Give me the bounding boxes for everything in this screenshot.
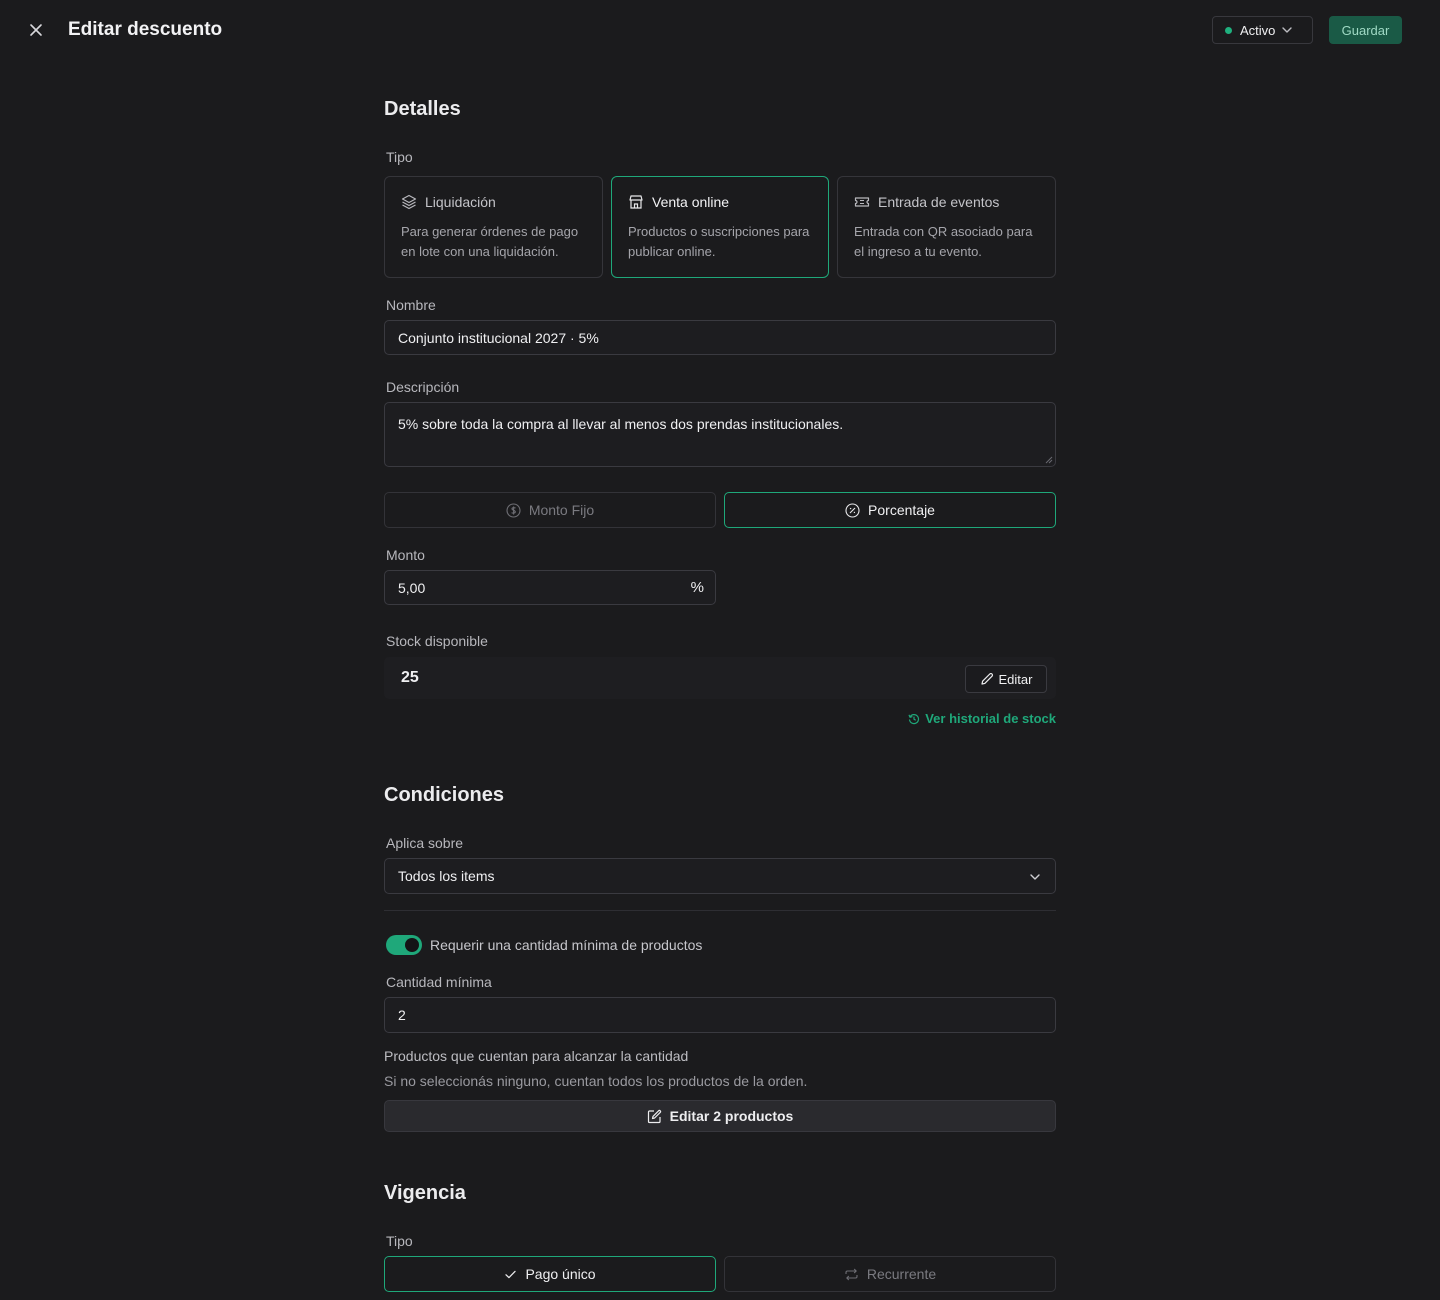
description-label: Descripción (386, 379, 460, 395)
chevron-down-icon (1030, 874, 1040, 880)
amount-label: Monto (386, 547, 425, 563)
type-card-description: Para generar órdenes de pago en lote con… (401, 224, 579, 259)
name-input[interactable]: Conjunto institucional 2027 · 5% (384, 320, 1056, 355)
min-qty-label: Cantidad mínima (386, 974, 492, 990)
repeat-icon (845, 1268, 858, 1280)
products-hint: Si no seleccionás ninguno, cuentan todos… (384, 1073, 808, 1089)
chevron-down-icon (1282, 27, 1293, 33)
stock-history-link[interactable]: Ver historial de stock (908, 711, 1056, 726)
validity-type-label: Tipo (386, 1233, 413, 1249)
mode-fixed-button[interactable]: Monto Fijo (384, 492, 716, 528)
page-title: Editar descuento (68, 19, 223, 40)
validity-heading: Vigencia (384, 1182, 466, 1204)
applies-select[interactable]: Todos los items (384, 858, 1056, 894)
edit-square-icon (647, 1109, 661, 1123)
amount-input[interactable]: 5,00 % (384, 570, 716, 605)
amount-value: 5,00 (398, 579, 426, 596)
type-card-liquidacion[interactable]: Liquidación Para generar órdenes de pago… (384, 176, 603, 278)
description-textarea[interactable]: 5% sobre toda la compra al llevar al men… (384, 402, 1056, 467)
type-label: Tipo (386, 149, 413, 165)
percent-circle-icon (845, 502, 860, 518)
validity-recurring-label: Recurrente (866, 1266, 937, 1282)
applies-label: Aplica sobre (386, 835, 464, 851)
edit-products-label: Editar 2 productos (669, 1108, 794, 1124)
conditions-heading: Condiciones (384, 784, 505, 806)
stock-history-label: Ver historial de stock (925, 711, 1056, 726)
check-icon (505, 1270, 517, 1278)
stock-edit-button[interactable]: Editar (965, 665, 1047, 693)
type-card-venta-online[interactable]: Venta online Productos o suscripciones p… (611, 176, 829, 278)
resize-handle-icon (1045, 456, 1053, 464)
type-card-title: Liquidación (425, 194, 496, 210)
description-text: 5% sobre toda la compra al llevar al men… (398, 416, 844, 432)
edit-products-button[interactable]: Editar 2 productos (384, 1100, 1056, 1132)
pencil-icon (980, 672, 993, 685)
divider (384, 910, 1056, 911)
type-card-description: Entrada con QR asociado para el ingreso … (854, 224, 1033, 259)
close-button[interactable] (24, 18, 48, 42)
stock-label: Stock disponible (386, 633, 488, 649)
validity-recurring-button[interactable]: Recurrente (724, 1256, 1056, 1292)
mode-fixed-label: Monto Fijo (528, 502, 595, 518)
applies-value: Todos los items (398, 868, 495, 884)
status-label: Activo (1240, 22, 1276, 38)
products-title: Productos que cuentan para alcanzar la c… (384, 1048, 689, 1064)
amount-suffix: % (690, 579, 704, 596)
mode-percent-button[interactable]: Porcentaje (724, 492, 1056, 528)
validity-once-label: Pago único (525, 1266, 596, 1282)
stock-box: 25 Editar (384, 657, 1056, 699)
dollar-circle-icon (506, 502, 521, 518)
min-qty-input[interactable]: 2 (384, 997, 1056, 1033)
min-quantity-toggle-label: Requerir una cantidad mínima de producto… (430, 937, 703, 953)
store-icon (629, 195, 643, 209)
top-bar: Editar descuento Activo Guardar (0, 0, 1440, 60)
name-label: Nombre (386, 297, 436, 313)
ticket-icon (854, 197, 870, 207)
type-card-title: Entrada de eventos (878, 194, 1000, 210)
status-dot (1225, 26, 1232, 34)
details-heading: Detalles (384, 98, 461, 120)
min-quantity-toggle[interactable] (386, 935, 422, 955)
history-icon (908, 713, 920, 724)
layers-icon (401, 194, 417, 210)
type-card-description: Productos o suscripciones para publicar … (628, 224, 810, 259)
status-dropdown[interactable]: Activo (1212, 16, 1313, 44)
stock-value: 25 (401, 669, 419, 686)
mode-percent-label: Porcentaje (868, 502, 935, 518)
close-icon (30, 24, 42, 36)
validity-once-button[interactable]: Pago único (384, 1256, 716, 1292)
toggle-knob (405, 938, 419, 952)
type-card-entrada-eventos[interactable]: Entrada de eventos Entrada con QR asocia… (837, 176, 1056, 278)
save-button[interactable]: Guardar (1329, 16, 1402, 44)
type-card-title: Venta online (652, 194, 730, 210)
stock-edit-label: Editar (998, 671, 1033, 687)
